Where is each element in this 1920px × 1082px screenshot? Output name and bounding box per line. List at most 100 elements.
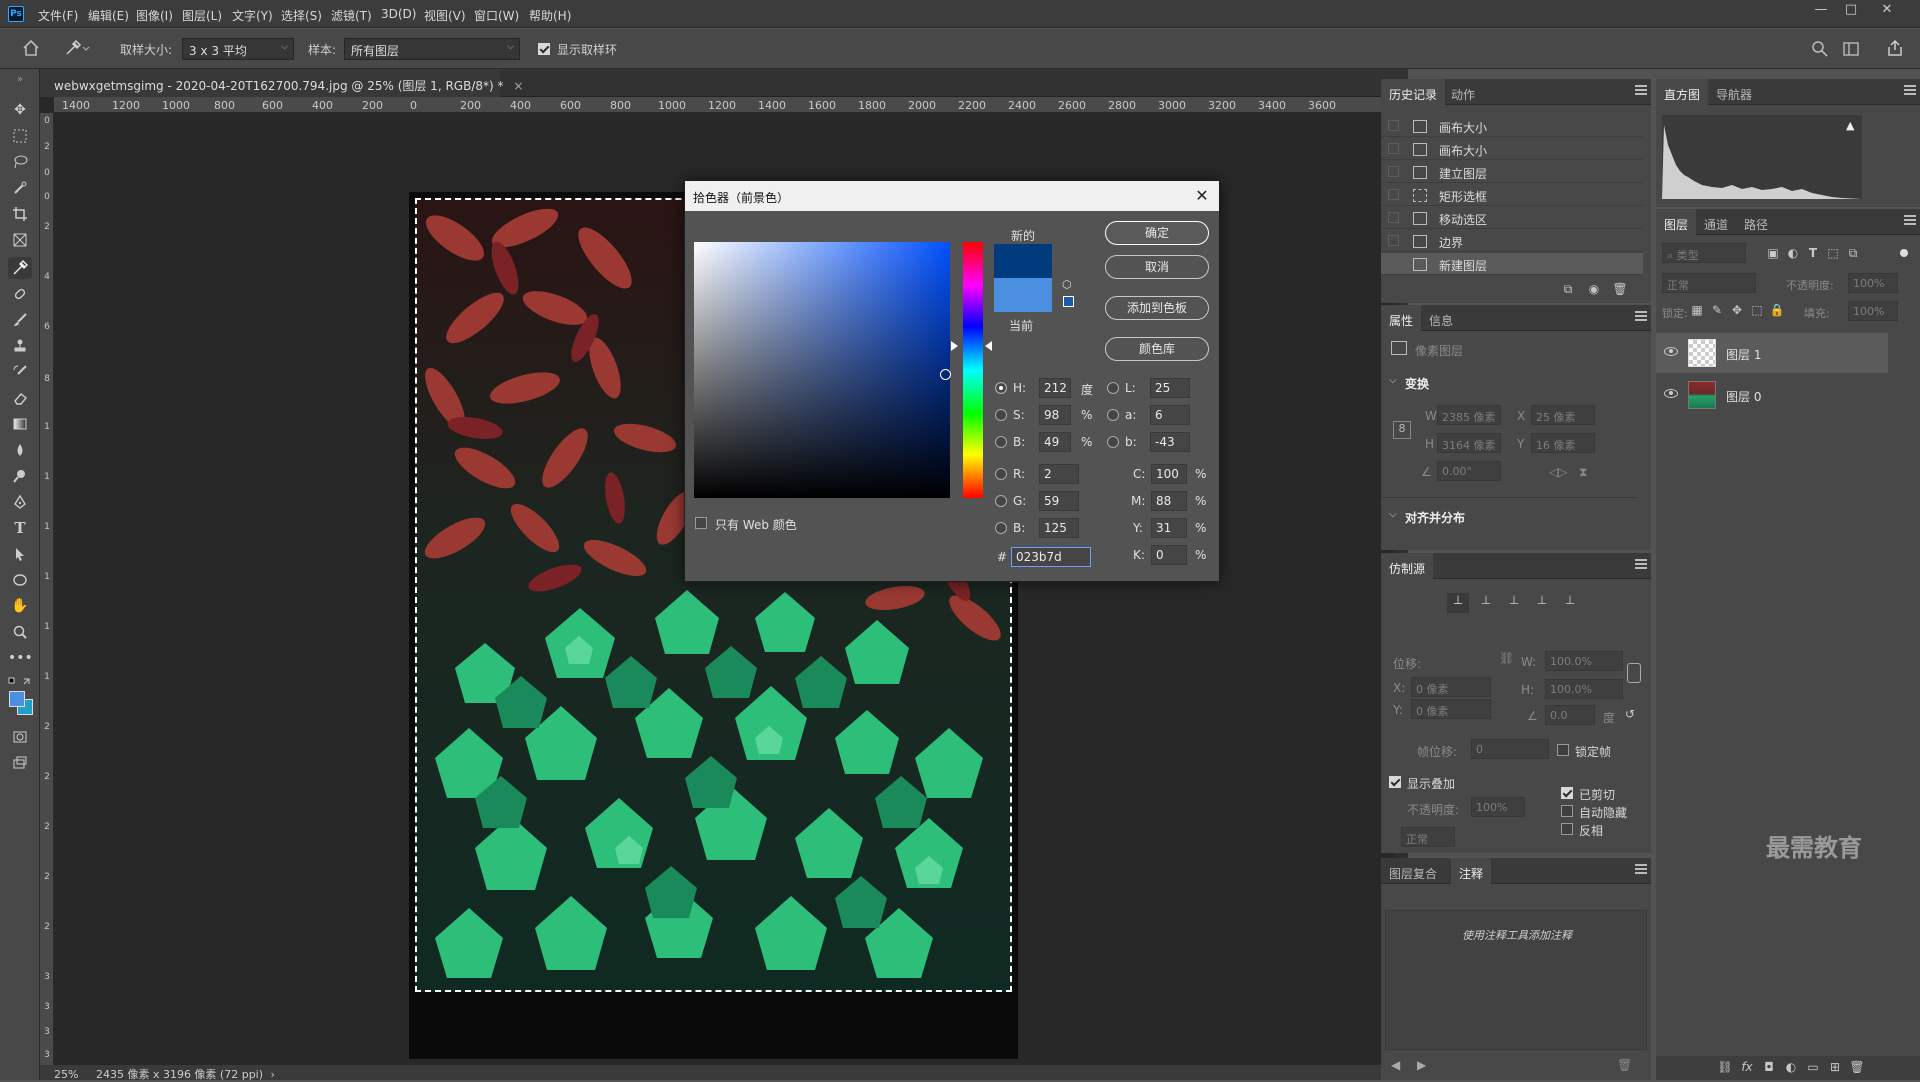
s-radio[interactable] [995, 409, 1007, 421]
history-item[interactable]: 移动选区 [1381, 207, 1643, 229]
fill-input[interactable]: 100% [1848, 301, 1898, 321]
overlay-opacity-input[interactable]: 100% [1471, 797, 1525, 817]
menu-type[interactable]: 文字(Y) [232, 7, 273, 24]
tab-navigator[interactable]: 导航器 [1708, 79, 1760, 105]
lock-image-icon[interactable]: ✎ [1708, 303, 1726, 319]
eye-icon[interactable] [1664, 347, 1678, 356]
trash-icon[interactable]: 🗑 [1617, 1058, 1632, 1072]
history-checkbox[interactable] [1388, 166, 1399, 177]
clone-source-1-icon[interactable]: ⊥ [1447, 593, 1469, 613]
menu-window[interactable]: 窗口(W) [474, 7, 519, 24]
transform-w-input[interactable]: 2385 像素 [1437, 405, 1501, 425]
tab-actions[interactable]: 动作 [1443, 79, 1483, 105]
tab-channels[interactable]: 通道 [1696, 209, 1736, 235]
cancel-button[interactable]: 取消 [1105, 255, 1209, 279]
rgb-b-input[interactable]: 125 [1039, 518, 1079, 538]
menu-view[interactable]: 视图(V) [424, 7, 466, 24]
history-item[interactable]: 建立图层 [1381, 161, 1643, 183]
r-radio[interactable] [995, 468, 1007, 480]
flip-vertical-icon[interactable]: ⧗ [1579, 465, 1587, 480]
menu-layer[interactable]: 图层(L) [182, 7, 222, 24]
crop-tool-icon[interactable] [8, 203, 32, 225]
panel-menu-icon[interactable] [1635, 85, 1647, 95]
menu-filter[interactable]: 滤镜(T) [331, 7, 372, 24]
quick-selection-tool-icon[interactable] [8, 177, 32, 199]
eraser-tool-icon[interactable] [8, 387, 32, 409]
hue-slider-right-arrow[interactable] [985, 341, 992, 351]
clone-source-5-icon[interactable]: ⊥ [1559, 593, 1581, 613]
flip-horizontal-icon[interactable]: ◁▷ [1549, 465, 1567, 479]
g-radio[interactable] [995, 495, 1007, 507]
clone-stamp-tool-icon[interactable] [8, 335, 32, 357]
history-checkbox[interactable] [1388, 235, 1399, 246]
frame-offset-input[interactable]: 0 [1471, 739, 1549, 759]
pixel-filter-icon[interactable]: ▣ [1764, 246, 1782, 262]
clone-source-4-icon[interactable]: ⊥ [1531, 593, 1553, 613]
transform-y-input[interactable]: 16 像素 [1531, 433, 1595, 453]
zoom-tool-icon[interactable] [8, 621, 32, 643]
a-radio[interactable] [1107, 409, 1119, 421]
sample-dropdown[interactable]: 所有图层 ⌵ [344, 38, 520, 60]
g-input[interactable]: 59 [1039, 491, 1079, 511]
trash-icon[interactable]: 🗑 [1848, 1060, 1866, 1076]
minimize-button[interactable]: — [1806, 2, 1836, 22]
history-item[interactable]: 矩形选框 [1381, 184, 1643, 206]
layer-name[interactable]: 图层 0 [1726, 388, 1761, 405]
align-distribute-title[interactable]: 对齐并分布 [1405, 509, 1465, 526]
menu-help[interactable]: 帮助(H) [529, 7, 571, 24]
tab-clone-source[interactable]: 仿制源 [1381, 553, 1434, 579]
tab-notes[interactable]: 注释 [1451, 858, 1492, 884]
previous-note-icon[interactable]: ◀ [1391, 1058, 1400, 1072]
more-tools-icon[interactable]: ••• [8, 647, 33, 669]
rgb-b-radio[interactable] [995, 522, 1007, 534]
foreground-color-swatch[interactable] [9, 691, 25, 707]
path-selection-tool-icon[interactable] [8, 543, 32, 565]
type-tool-icon[interactable]: T [8, 517, 32, 539]
dodge-tool-icon[interactable] [8, 465, 32, 487]
menu-edit[interactable]: 编辑(E) [88, 7, 129, 24]
link-icon[interactable]: 8 [1393, 421, 1411, 439]
sample-size-dropdown[interactable]: 3 x 3 平均 ⌵ [182, 38, 294, 60]
new-layer-icon[interactable]: ⊞ [1826, 1060, 1844, 1076]
history-checkbox[interactable] [1388, 212, 1399, 223]
adjustment-layer-icon[interactable]: ◐ [1782, 1060, 1800, 1076]
marquee-tool-icon[interactable] [8, 125, 32, 147]
panel-menu-icon[interactable] [1904, 85, 1916, 95]
opacity-input[interactable]: 100% [1848, 273, 1898, 293]
status-arrow-icon[interactable]: › [271, 1068, 275, 1081]
clone-y-input[interactable]: 0 像素 [1411, 699, 1491, 719]
layer-style-icon[interactable]: fx [1738, 1060, 1756, 1076]
lock-transparent-icon[interactable]: ▦ [1688, 303, 1706, 319]
zoom-level[interactable]: 25% [54, 1068, 78, 1081]
b-radio[interactable] [995, 436, 1007, 448]
saturation-brightness-field[interactable] [694, 242, 951, 498]
clone-source-3-icon[interactable]: ⊥ [1503, 593, 1525, 613]
current-color-swatch[interactable] [994, 278, 1052, 312]
panel-menu-icon[interactable] [1635, 864, 1647, 874]
shape-filter-icon[interactable]: ⬚ [1824, 246, 1842, 262]
lock-frame-checkbox[interactable] [1557, 744, 1569, 756]
overlay-blend-dropdown[interactable]: 正常 [1401, 827, 1455, 847]
screen-mode-icon[interactable] [8, 752, 32, 774]
hand-tool-icon[interactable]: ✋ [8, 595, 32, 617]
history-checkbox[interactable] [1388, 143, 1399, 154]
layer-row-selected[interactable]: 图层 1 [1656, 333, 1888, 373]
l-input[interactable]: 25 [1150, 378, 1190, 398]
lasso-tool-icon[interactable] [8, 151, 32, 173]
quick-mask-icon[interactable] [8, 726, 32, 748]
tab-info[interactable]: 信息 [1421, 305, 1461, 331]
web-only-checkbox[interactable] [695, 517, 707, 529]
new-document-from-state-icon[interactable]: ⧉ [1559, 282, 1577, 298]
smart-object-filter-icon[interactable]: ⧉ [1844, 246, 1862, 262]
transform-h-input[interactable]: 3164 像素 [1437, 433, 1501, 453]
camera-icon[interactable]: ◉ [1585, 282, 1603, 298]
r-input[interactable]: 2 [1039, 464, 1079, 484]
menu-file[interactable]: 文件(F) [38, 7, 78, 24]
b-input[interactable]: 49 [1039, 432, 1071, 452]
lab-b-radio[interactable] [1107, 436, 1119, 448]
link-icon[interactable]: ⛓ [1499, 651, 1514, 665]
close-dialog-icon[interactable]: ✕ [1191, 185, 1213, 207]
auto-hide-checkbox[interactable] [1561, 805, 1573, 817]
lock-artboard-icon[interactable]: ⬚ [1748, 303, 1766, 319]
history-checkbox[interactable] [1388, 189, 1399, 200]
